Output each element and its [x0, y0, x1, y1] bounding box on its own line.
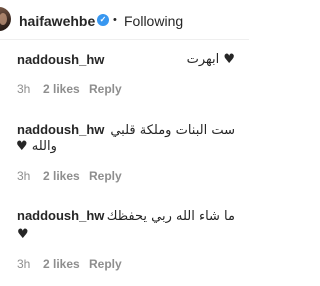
comment-username[interactable]: naddoush_hw [17, 122, 104, 137]
comment-likes[interactable]: 2 likes [43, 169, 80, 183]
comment-text: ♥ ابهرت [186, 52, 235, 67]
comment-text-line-1: ست البنات وملكة قلبي [110, 123, 235, 138]
post-header: haifawehbe ✓ • Following [0, 0, 249, 40]
comment-time: 3h [17, 169, 31, 183]
verified-badge-icon: ✓ [97, 14, 109, 26]
separator-dot: • [113, 14, 117, 26]
comment-text-line-2: ♥ [17, 227, 29, 242]
reply-button[interactable]: Reply [89, 82, 122, 96]
comment-time: 3h [17, 82, 31, 96]
comment-likes[interactable]: 2 likes [43, 82, 80, 96]
comment-username[interactable]: naddoush_hw [17, 208, 104, 223]
comment-time: 3h [17, 257, 31, 271]
following-button[interactable]: Following [124, 13, 183, 29]
avatar[interactable] [0, 7, 11, 31]
comment-username[interactable]: naddoush_hw [17, 52, 104, 67]
comment-text-line-2: والله ♥ [16, 139, 57, 154]
reply-button[interactable]: Reply [89, 169, 122, 183]
comment-likes[interactable]: 2 likes [43, 257, 80, 271]
reply-button[interactable]: Reply [89, 257, 122, 271]
header-username[interactable]: haifawehbe [19, 13, 95, 29]
comment-text-line-1: ما شاء الله ربي يحفظك [106, 209, 235, 224]
